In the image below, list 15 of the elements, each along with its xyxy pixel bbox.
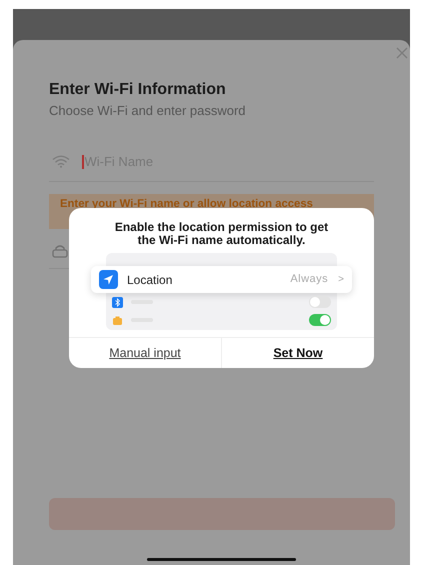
manual-input-button[interactable]: Manual input [69, 338, 221, 368]
location-value: Always [290, 272, 328, 288]
dialog-message: Enable the location permission to get the Wi-Fi name automatically. [114, 219, 330, 247]
location-label: Location [127, 272, 172, 288]
close-icon[interactable] [395, 46, 409, 60]
next-button[interactable] [49, 498, 395, 530]
chevron-text: > [338, 273, 344, 287]
wifi-icon [52, 155, 70, 168]
page-subtitle: Choose Wi-Fi and enter password [49, 102, 247, 120]
camera-icon [112, 314, 123, 326]
page-title: Enter Wi-Fi Information [49, 80, 227, 100]
set-now-button[interactable]: Set Now [221, 338, 374, 368]
warning-text: Enter your Wi-Fi name or allow location access [60, 198, 314, 211]
lock-icon [52, 244, 68, 258]
bluetooth-icon [112, 296, 123, 308]
